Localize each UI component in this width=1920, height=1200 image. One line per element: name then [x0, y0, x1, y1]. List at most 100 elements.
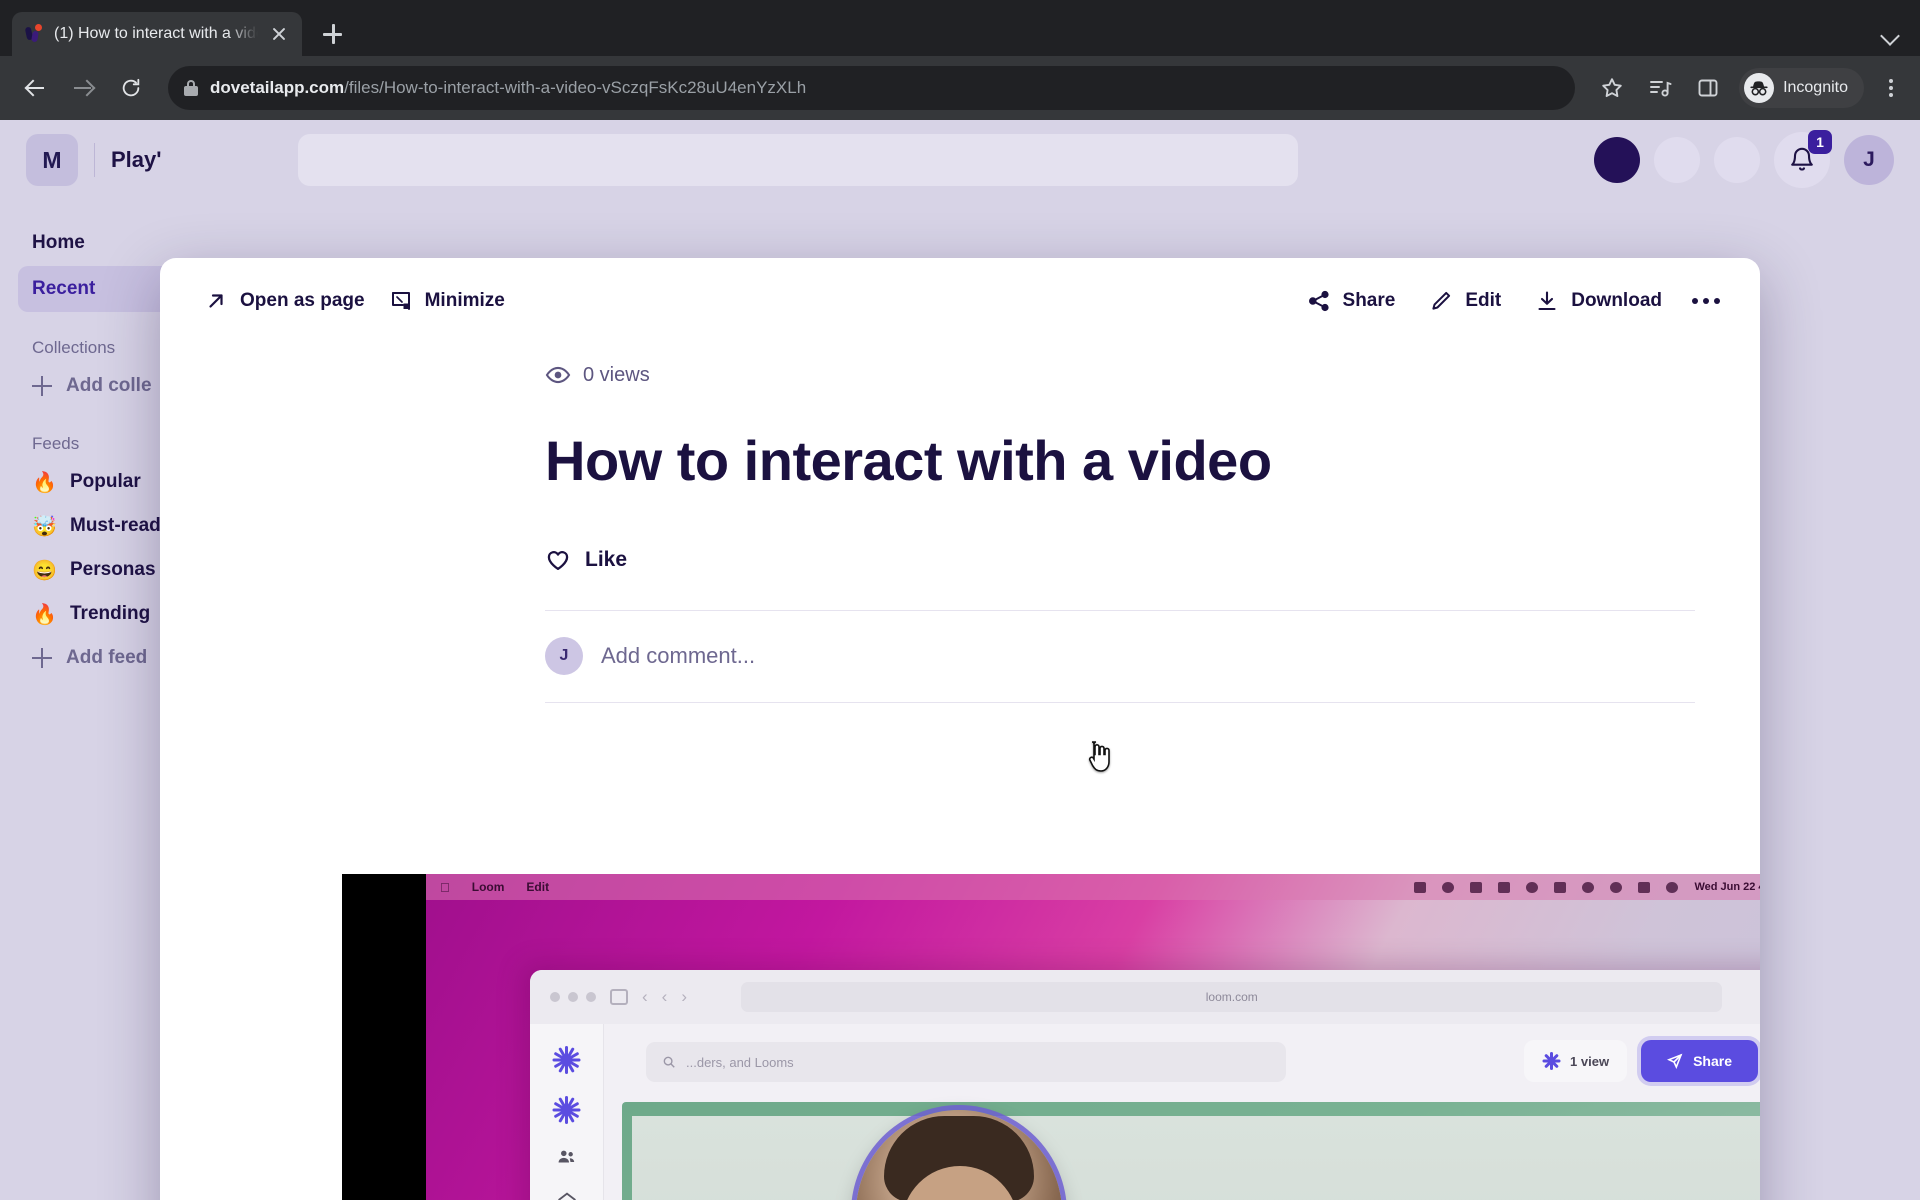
header-action-two[interactable] — [1714, 137, 1760, 183]
safari-window: ‹ ‹ › loom.com ⇧ + ▦ — [530, 970, 1760, 1200]
sidebar-item-label: Popular — [70, 471, 141, 492]
people-icon[interactable] — [552, 1146, 582, 1168]
views-burst-icon — [1542, 1052, 1561, 1070]
add-comment-row[interactable]: J Add comment... — [545, 611, 1695, 703]
file-content-column: 0 views How to interact with a video Lik… — [545, 358, 1695, 703]
mac-desktop-background:  Loom Edit — [426, 874, 1760, 1200]
sidebar-item-label: Trending — [70, 603, 151, 624]
app-header-actions: 1 J — [1594, 130, 1894, 188]
media-controls-icon[interactable] — [1639, 67, 1681, 109]
address-host: dovetailapp.com — [210, 78, 345, 97]
sidebar-item-label: Home — [32, 232, 85, 253]
slide-inner-panel: 1. Weekend Highlights 2. Bird’s Eye View… — [632, 1116, 1760, 1200]
loom-share-label: Share — [1693, 1053, 1732, 1069]
address-bar-url: dovetailapp.com/files/How-to-interact-wi… — [210, 78, 806, 98]
chevron-down-icon[interactable]: ‹ — [642, 987, 648, 1007]
loom-share-button[interactable]: Share — [1641, 1040, 1758, 1082]
video-preview[interactable]:  Loom Edit — [342, 874, 1760, 1200]
comment-input-placeholder[interactable]: Add comment... — [601, 643, 755, 669]
reload-button[interactable] — [110, 67, 152, 109]
loom-logo-icon[interactable] — [552, 1046, 582, 1074]
siri-icon — [1666, 881, 1679, 893]
loom-action-bar: 1 view Share — [1524, 1040, 1760, 1082]
safari-toolbar: ‹ ‹ › loom.com ⇧ + ▦ — [530, 970, 1760, 1024]
share-icon — [1308, 290, 1329, 312]
like-label: Like — [585, 547, 628, 571]
download-icon — [1538, 291, 1556, 311]
browser-tab[interactable]: (1) How to interact with a video — [12, 12, 302, 56]
back-chevron-icon[interactable]: ‹ — [662, 987, 668, 1007]
bookmark-star-icon[interactable] — [1591, 67, 1633, 109]
tab-strip-actions — [1876, 12, 1920, 56]
modal-body: 0 views How to interact with a video Lik… — [160, 358, 1760, 703]
mac-menu-bar:  Loom Edit — [426, 874, 1760, 900]
minimize-label: Minimize — [424, 290, 505, 311]
sidebar-item-label: Must-read — [70, 515, 161, 536]
spotlight-search-icon — [1610, 881, 1623, 893]
plus-icon — [32, 648, 52, 668]
edit-label: Edit — [1465, 290, 1502, 311]
grinning-face-emoji-icon: 😄 — [32, 559, 57, 582]
workspace-badge[interactable]: M — [26, 134, 78, 186]
side-panel-icon[interactable] — [1687, 67, 1729, 109]
loom-app: ...ders, and Looms 1 view Share — [530, 1024, 1760, 1200]
modal-toolbar: Open as page Minimize Share Edit Downloa… — [160, 258, 1760, 344]
loom-search-input[interactable]: ...ders, and Looms — [646, 1042, 1286, 1082]
modal-more-options-icon[interactable] — [1684, 279, 1728, 323]
mac-app-name: Loom — [462, 880, 505, 894]
search-icon — [663, 1056, 675, 1068]
battery-menu-icon — [1498, 881, 1511, 893]
control-center-icon — [1638, 881, 1651, 893]
eye-icon — [545, 366, 571, 384]
close-icon[interactable] — [268, 23, 290, 45]
loom-view-count[interactable]: 1 view — [1524, 1040, 1628, 1082]
screen-record-icon — [1414, 881, 1427, 893]
safari-address-bar[interactable]: loom.com — [741, 982, 1723, 1012]
address-bar[interactable]: dovetailapp.com/files/How-to-interact-wi… — [168, 66, 1576, 110]
forward-chevron-icon[interactable]: › — [681, 987, 687, 1007]
fire-emoji-icon: 🔥 — [32, 471, 57, 494]
sidebar-toggle-icon[interactable] — [610, 989, 628, 1005]
arrow-up-right-icon — [209, 294, 223, 308]
user-avatar[interactable]: J — [1844, 135, 1894, 185]
apple-logo-icon:  — [440, 880, 450, 895]
sunburst-glyph — [552, 1096, 581, 1124]
incognito-icon — [1744, 73, 1775, 103]
home-icon[interactable] — [552, 1190, 582, 1200]
avatar-secondary[interactable] — [1594, 137, 1640, 183]
forward-button[interactable] — [62, 67, 104, 109]
app-search-input[interactable] — [297, 134, 1298, 186]
dropbox-menu-icon — [1470, 881, 1483, 893]
share-button[interactable]: Share — [1295, 277, 1408, 325]
exploding-head-emoji-icon: 🤯 — [32, 515, 57, 538]
lock-icon — [184, 80, 198, 96]
edit-button[interactable]: Edit — [1417, 277, 1513, 325]
open-as-page-button[interactable]: Open as page — [192, 277, 377, 325]
loom-view-label: 1 view — [1570, 1053, 1610, 1069]
wifi-icon — [1582, 881, 1595, 893]
download-label: Download — [1571, 290, 1662, 311]
new-tab-button[interactable] — [310, 12, 354, 56]
like-button[interactable]: Like — [545, 540, 1695, 580]
workspace-name: Play' — [111, 147, 162, 172]
chevron-down-icon[interactable] — [1876, 20, 1904, 48]
back-button[interactable] — [14, 67, 56, 109]
browser-toolbar: dovetailapp.com/files/How-to-interact-wi… — [0, 56, 1920, 120]
header-divider — [94, 143, 95, 177]
minimize-button[interactable]: Minimize — [377, 277, 517, 325]
browser-menu-icon[interactable] — [1876, 73, 1906, 103]
mac-menu-edit: Edit — [516, 880, 549, 894]
modal-toolbar-actions: Share Edit Download — [1295, 277, 1728, 325]
mouse-cursor-pointer — [1088, 741, 1110, 772]
incognito-indicator[interactable]: Incognito — [1739, 68, 1864, 108]
plus-icon — [32, 376, 52, 396]
address-path: /files/How-to-interact-with-a-video-vScz… — [344, 78, 807, 97]
window-traffic-lights[interactable] — [550, 992, 596, 1002]
download-button[interactable]: Download — [1523, 277, 1674, 325]
header-action-one[interactable] — [1654, 137, 1700, 183]
video-slide-area: 1. Weekend Highlights 2. Bird’s Eye View… — [622, 1102, 1760, 1200]
fire-emoji-icon: 🔥 — [32, 603, 57, 626]
notifications-button[interactable]: 1 — [1774, 130, 1832, 188]
sidebar-item-label: Recent — [32, 278, 96, 299]
loom-workspace-icon[interactable] — [552, 1096, 582, 1124]
